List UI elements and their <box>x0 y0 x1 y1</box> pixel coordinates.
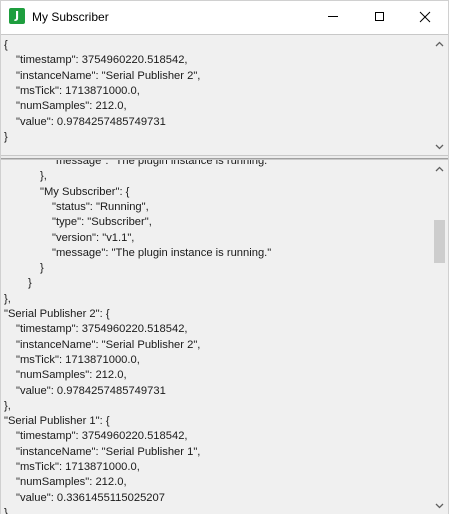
text-line: "Serial Publisher 1": { <box>4 415 110 428</box>
app-icon: J <box>9 8 25 24</box>
close-icon <box>419 11 431 22</box>
text-line: "msTick": 1713871000.0, <box>16 84 140 97</box>
chevron-up-icon <box>435 166 444 171</box>
text-line: "instanceName": "Serial Publisher 2", <box>16 69 201 82</box>
text-line: "message": "The plugin instance is runni… <box>52 246 272 259</box>
maximize-icon <box>374 12 384 21</box>
text-line: "numSamples": 212.0, <box>16 369 127 382</box>
scroll-up-button[interactable] <box>431 35 448 52</box>
text-line: "numSamples": 212.0, <box>16 100 127 113</box>
text-line: "type": "Subscriber", <box>52 216 152 229</box>
text-line: }, <box>4 506 11 514</box>
text-line: } <box>28 277 32 290</box>
top-scrollbar[interactable] <box>431 35 448 155</box>
bottom-scrollbar[interactable] <box>431 160 448 514</box>
text-line: "msTick": 1713871000.0, <box>16 353 140 366</box>
text-line: "numSamples": 212.0, <box>16 476 127 489</box>
maximize-button[interactable] <box>356 1 402 32</box>
text-line: "instanceName": "Serial Publisher 2", <box>16 338 201 351</box>
text-line: "timestamp": 3754960220.518542, <box>16 430 188 443</box>
scrollbar-thumb[interactable] <box>434 220 445 263</box>
text-line: }, <box>40 170 47 183</box>
text-line: "My Subscriber": { <box>40 185 130 198</box>
text-line: "msTick": 1713871000.0, <box>16 461 140 473</box>
status-pane[interactable]: "message": "The plugin instance is runni… <box>1 159 448 514</box>
text-line: } <box>40 262 44 275</box>
text-line: "message": "The plugin instance is runni… <box>52 160 272 167</box>
title-bar[interactable]: J My Subscriber <box>1 1 448 32</box>
scroll-down-button[interactable] <box>431 497 448 514</box>
text-line: }, <box>4 399 11 412</box>
chevron-up-icon <box>435 41 444 46</box>
latest-message-pane[interactable]: { "timestamp": 3754960220.518542, "instanc… <box>1 34 448 156</box>
text-line: "instanceName": "Serial Publisher 1", <box>16 445 201 458</box>
app-window: J My Subscriber { "timestamp": 3754960220… <box>0 0 449 514</box>
chevron-down-icon <box>435 144 444 149</box>
minimize-button[interactable] <box>310 1 356 32</box>
text-line: } <box>4 130 8 143</box>
close-button[interactable] <box>402 1 448 32</box>
text-line: "timestamp": 3754960220.518542, <box>16 323 188 336</box>
scroll-down-button[interactable] <box>431 138 448 155</box>
latest-message-text[interactable]: { "timestamp": 3754960220.518542, "instanc… <box>1 35 431 155</box>
text-line: "Serial Publisher 2": { <box>4 308 110 320</box>
text-line: { <box>4 39 8 51</box>
status-text[interactable]: "message": "The plugin instance is runni… <box>1 160 431 514</box>
text-line: }, <box>4 292 11 305</box>
text-line: "value": 0.9784257485749731 <box>16 115 166 128</box>
text-line: "status": "Running", <box>52 200 149 213</box>
text-line: "value": 0.3361455115025207 <box>16 491 165 504</box>
text-line: "version": "v1.1", <box>52 231 135 244</box>
text-line: "value": 0.9784257485749731 <box>16 384 166 397</box>
minimize-icon <box>328 16 338 17</box>
scroll-up-button[interactable] <box>431 160 448 177</box>
window-title: My Subscriber <box>32 10 109 24</box>
text-line: "timestamp": 3754960220.518542, <box>16 54 188 67</box>
chevron-down-icon <box>435 503 444 508</box>
